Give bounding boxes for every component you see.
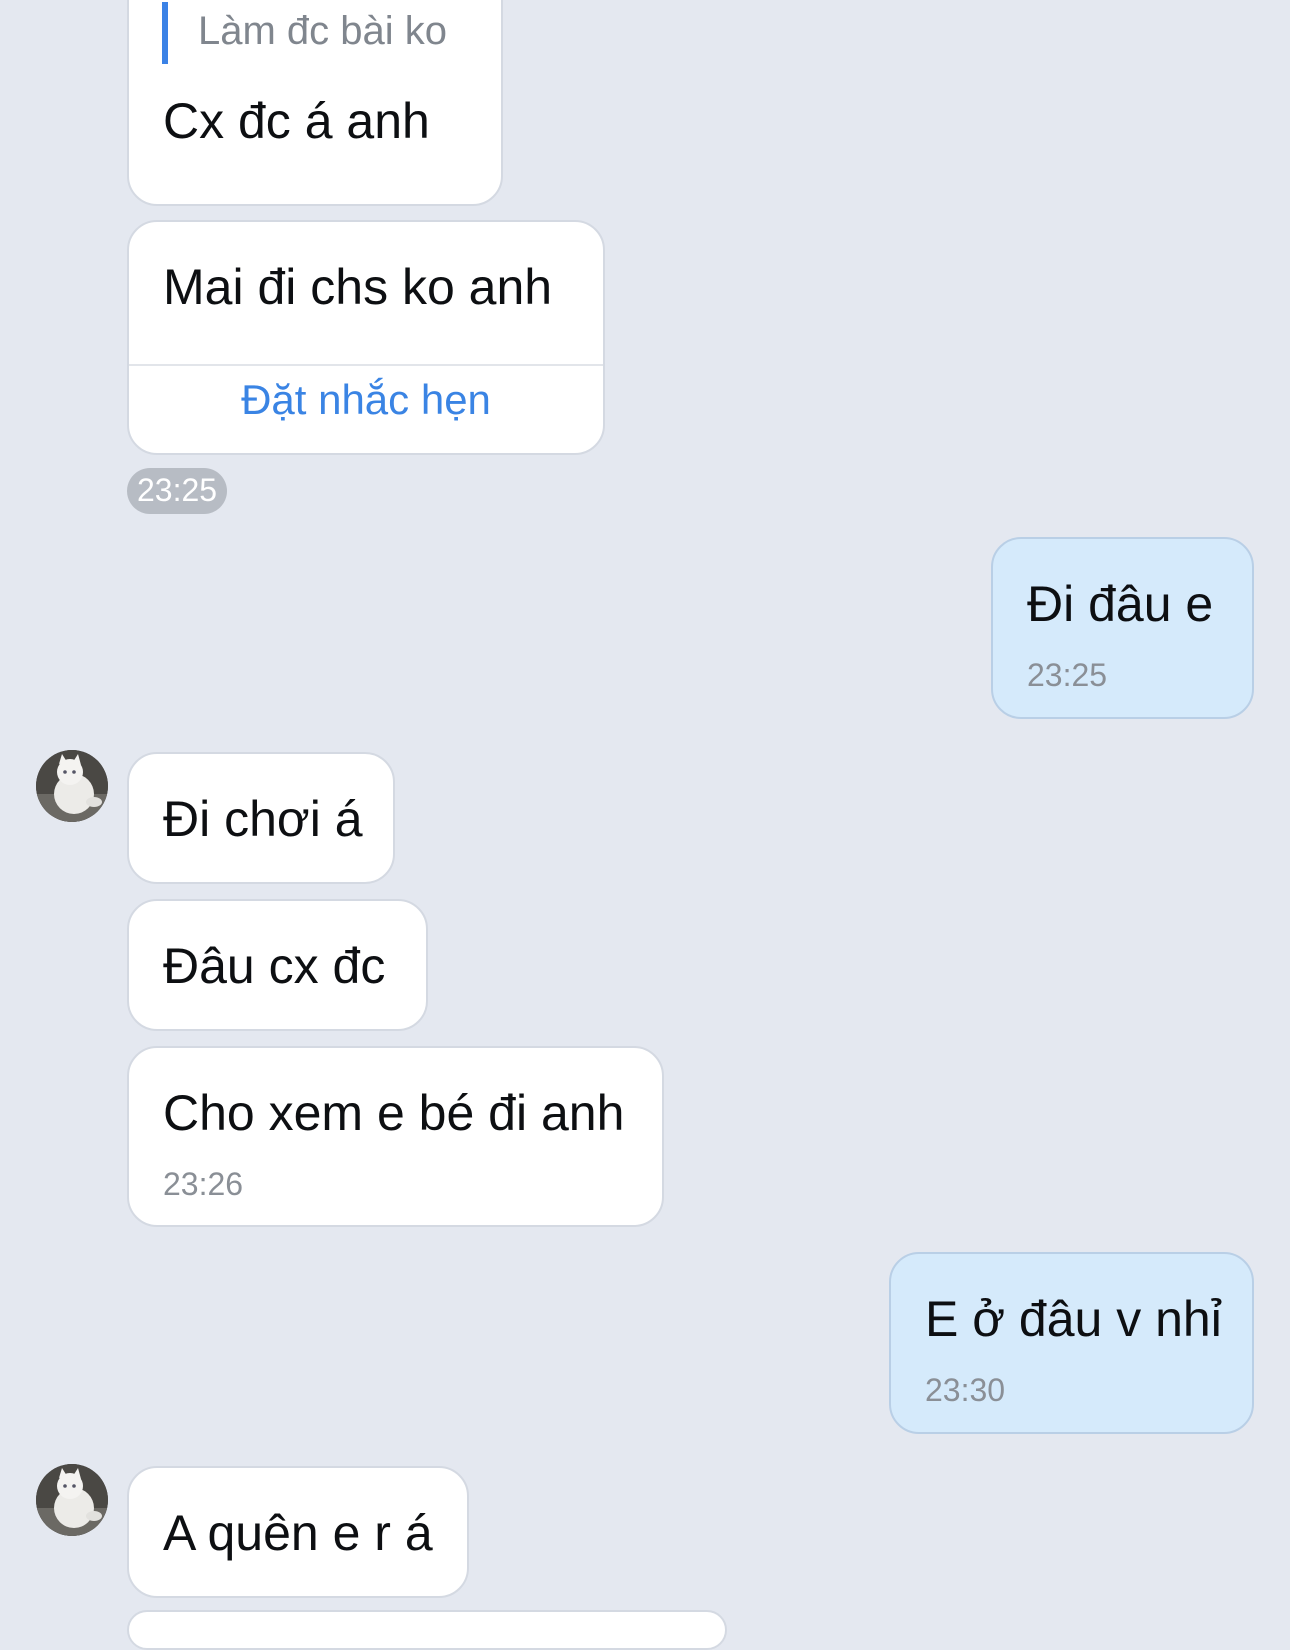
quoted-message[interactable]: Làm đc bài ko: [162, 2, 447, 64]
message-bubble[interactable]: Cho xem e bé đi anh 23:26: [127, 1046, 664, 1227]
message-text: E ở đâu v nhỉ: [925, 1291, 1222, 1347]
cat-avatar-icon[interactable]: [36, 750, 108, 822]
message-bubble[interactable]: Đâu cx đc: [127, 899, 428, 1031]
chat-message-list[interactable]: Làm đc bài ko Cx đc á anh Mai đi chs ko …: [0, 0, 1290, 1650]
message-time: 23:30: [925, 1372, 1006, 1408]
message-text: Cho xem e bé đi anh: [163, 1085, 625, 1141]
message-bubble-with-reminder[interactable]: Mai đi chs ko anh Đặt nhắc hẹn: [127, 220, 605, 455]
outgoing-message-bubble[interactable]: E ở đâu v nhỉ 23:30: [889, 1252, 1254, 1434]
quoted-message-text: Làm đc bài ko: [198, 9, 448, 53]
cat-avatar-icon[interactable]: [36, 1464, 108, 1536]
message-text: A quên e r á: [163, 1505, 433, 1561]
message-text: Đi chơi á: [163, 791, 363, 847]
set-reminder-button[interactable]: Đặt nhắc hẹn: [129, 372, 603, 428]
message-bubble[interactable]: Đi chơi á: [127, 752, 395, 884]
message-time: 23:25: [1027, 657, 1108, 693]
message-text: Đâu cx đc: [163, 938, 386, 994]
message-text: Mai đi chs ko anh: [163, 259, 553, 315]
message-text: Cx đc á anh: [163, 93, 430, 149]
message-bubble-partial[interactable]: [127, 1610, 727, 1650]
message-text: Đi đâu e: [1027, 576, 1214, 632]
message-time: 23:26: [163, 1166, 244, 1202]
outgoing-message-bubble[interactable]: Đi đâu e 23:25: [991, 537, 1254, 719]
message-bubble-reply[interactable]: Làm đc bài ko Cx đc á anh: [127, 0, 503, 206]
message-timestamp-badge: 23:25: [127, 468, 228, 514]
message-bubble[interactable]: A quên e r á: [127, 1466, 469, 1598]
bubble-divider: [129, 364, 603, 366]
